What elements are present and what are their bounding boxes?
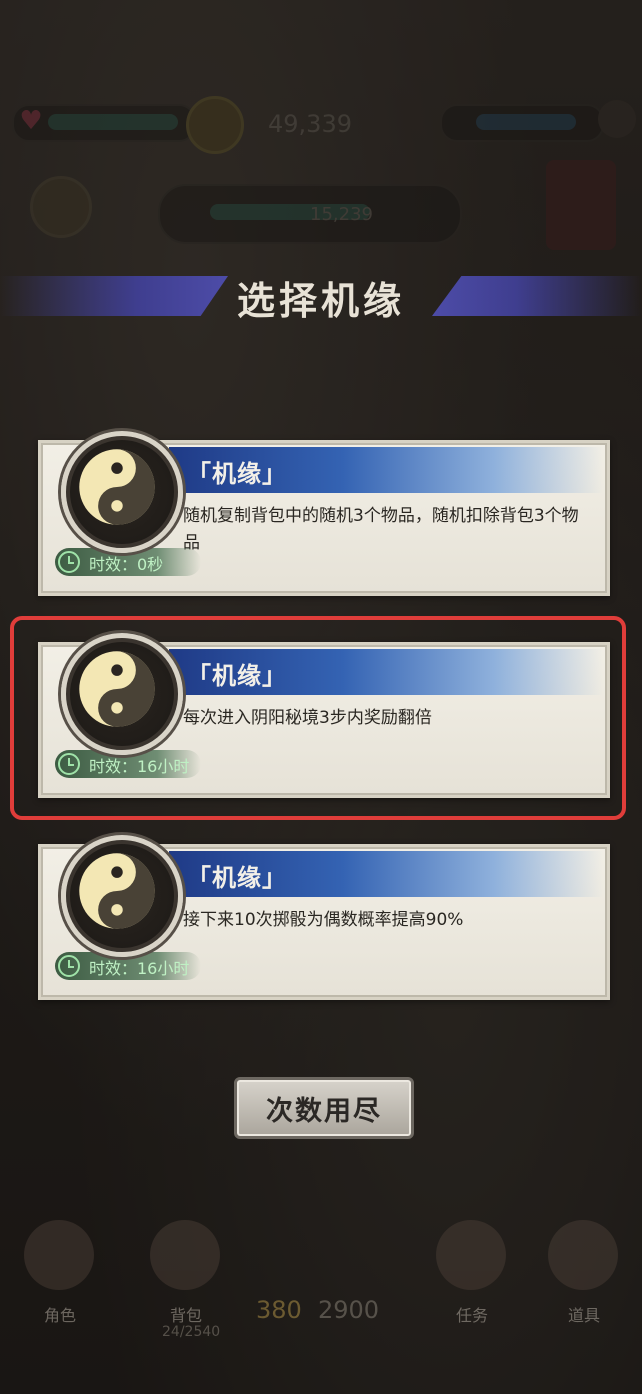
duration-text: 时效：0秒: [89, 555, 164, 574]
bottom-subtext: 24/2540: [162, 1324, 221, 1340]
character-nav-icon: [24, 1220, 94, 1290]
exhausted-button[interactable]: 次数用尽: [234, 1077, 414, 1139]
option-card-1[interactable]: 「机缘」 随机复制背包中的随机3个物品，随机扣除背包3个物品 时效：0秒: [38, 431, 610, 596]
card-header: 「机缘」: [169, 447, 603, 493]
item-nav-icon: [548, 1220, 618, 1290]
title-banner: 选择机缘: [0, 262, 642, 330]
card-description: 随机复制背包中的随机3个物品，随机扣除背包3个物品: [183, 506, 579, 553]
clock-icon: [58, 551, 80, 573]
nav-label-character: 角色: [43, 1306, 76, 1325]
yin-yang-icon: [61, 431, 183, 553]
card-header-label: 「机缘」: [187, 863, 287, 892]
score-a: 380: [256, 1296, 302, 1324]
card-header: 「机缘」: [169, 851, 603, 897]
yin-yang-icon: [61, 835, 183, 957]
duration-text: 时效：16小时: [89, 959, 190, 978]
clock-icon: [58, 955, 80, 977]
selection-highlight: [10, 616, 626, 820]
bottom-nav: 角色 背包 380 2900 24/2540 任务 道具: [0, 1220, 642, 1380]
page-title: 选择机缘: [236, 278, 405, 323]
option-card-3[interactable]: 「机缘」 接下来10次掷骰为偶数概率提高90% 时效：16小时: [38, 835, 610, 1000]
nav-label-task: 任务: [455, 1306, 488, 1325]
card-header-label: 「机缘」: [187, 459, 287, 488]
nav-label-item: 道具: [567, 1306, 600, 1325]
nav-label-bag: 背包: [169, 1306, 202, 1325]
score-b: 2900: [318, 1296, 380, 1324]
card-description: 接下来10次掷骰为偶数概率提高90%: [183, 910, 464, 930]
bag-nav-icon: [150, 1220, 220, 1290]
task-nav-icon: [436, 1220, 506, 1290]
